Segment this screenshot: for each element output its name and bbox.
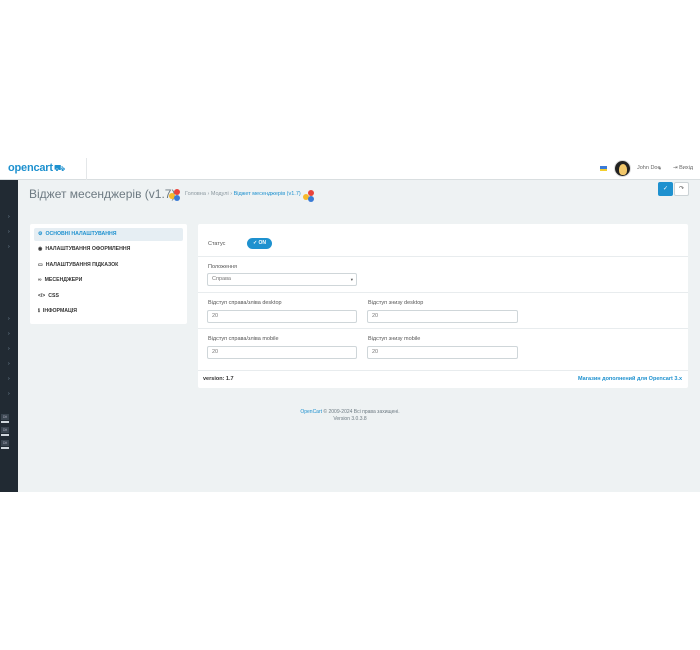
logout-button[interactable]: ⇥ Вихід bbox=[673, 165, 693, 171]
offset-mobile-bottom-label: Відступ знизу mobile bbox=[368, 336, 421, 342]
back-button[interactable]: ↷ bbox=[674, 182, 689, 196]
chevron-right-icon[interactable]: › bbox=[8, 346, 10, 352]
logo-text: opencart bbox=[8, 162, 53, 174]
stat-bar bbox=[1, 434, 9, 436]
menu-item-css[interactable]: </> CSS bbox=[34, 290, 183, 303]
header-divider bbox=[86, 158, 87, 180]
user-name[interactable]: John Doe bbox=[637, 165, 661, 171]
breadcrumb-modules[interactable]: Модулі bbox=[211, 191, 229, 197]
offset-mobile-side-input[interactable]: 20 bbox=[207, 346, 357, 359]
module-logo-icon bbox=[303, 190, 315, 202]
chevron-right-icon[interactable]: › bbox=[8, 391, 10, 397]
offset-desktop-side-input[interactable]: 20 bbox=[207, 310, 357, 323]
position-select[interactable]: Справа ▾ bbox=[207, 273, 357, 286]
offset-desktop-bottom-label: Відступ знизу desktop bbox=[368, 300, 424, 306]
breadcrumb: Головна › Модулі › Віджет месенджерів (v… bbox=[185, 191, 301, 197]
chevron-right-icon[interactable]: › bbox=[8, 229, 10, 235]
breadcrumb-home[interactable]: Головна bbox=[185, 191, 206, 197]
offset-mobile-bottom-input[interactable]: 20 bbox=[367, 346, 518, 359]
sidebar: › › › › › › › › › Dit Dit Dit bbox=[0, 180, 18, 492]
comment-icon: ▭ bbox=[38, 262, 43, 268]
cart-icon: ⛟ bbox=[53, 163, 65, 173]
info-icon: ℹ bbox=[38, 308, 40, 314]
menu-item-main-settings[interactable]: ⚙ ОСНОВНІ НАЛАШТУВАННЯ bbox=[34, 228, 183, 241]
copyright-label: © 2009-2024 Всі права захищені. bbox=[323, 409, 400, 415]
form-footer: version: 1.7 Магазин дополнений для Open… bbox=[198, 370, 688, 388]
position-label: Положення bbox=[208, 264, 237, 270]
shop-link[interactable]: Магазин дополнений для Opencart 3.x bbox=[578, 376, 682, 382]
status-toggle[interactable]: ✓ ON bbox=[247, 238, 272, 249]
top-header: opencart⛟ John Doe ▼ ⇥ Вихід bbox=[0, 158, 700, 180]
menu-item-label: НАЛАШТУВАННЯ ОФОРМЛЕННЯ bbox=[45, 246, 131, 252]
stat-bar bbox=[1, 447, 9, 449]
user-avatar[interactable] bbox=[614, 160, 631, 177]
chevron-right-icon[interactable]: › bbox=[8, 376, 10, 382]
language-flag-icon[interactable] bbox=[600, 166, 607, 171]
eye-icon: ◉ bbox=[38, 246, 43, 252]
module-logo-icon bbox=[169, 189, 181, 201]
chevron-down-icon[interactable]: ▼ bbox=[658, 166, 662, 171]
menu-item-info[interactable]: ℹ ІНФОРМАЦІЯ bbox=[34, 305, 183, 318]
menu-item-appearance[interactable]: ◉ НАЛАШТУВАННЯ ОФОРМЛЕННЯ bbox=[34, 243, 183, 256]
breadcrumb-current[interactable]: Віджет месенджерів (v1.7) bbox=[234, 191, 301, 197]
save-button[interactable]: ✓ bbox=[658, 182, 673, 196]
stat-chip: Dit bbox=[1, 427, 9, 433]
menu-item-label: МЕСЕНДЖЕРИ bbox=[44, 277, 83, 283]
copyright-text: OpenCart © 2009-2024 Всі права захищені. bbox=[0, 409, 700, 415]
menu-item-label: НАЛАШТУВАННЯ ПІДКАЗОК bbox=[45, 262, 119, 268]
status-label: Статус bbox=[208, 241, 226, 247]
logout-label: Вихід bbox=[679, 165, 694, 171]
menu-item-tooltips[interactable]: ▭ НАЛАШТУВАННЯ ПІДКАЗОК bbox=[34, 259, 183, 272]
offset-desktop-side-label: Відступ справа/зліва desktop bbox=[208, 300, 282, 306]
position-select-value: Справа bbox=[212, 276, 231, 282]
settings-menu: ⚙ ОСНОВНІ НАЛАШТУВАННЯ ◉ НАЛАШТУВАННЯ ОФОР… bbox=[30, 224, 187, 324]
chevron-right-icon[interactable]: › bbox=[8, 316, 10, 322]
menu-item-label: CSS bbox=[48, 293, 59, 299]
opencart-link[interactable]: OpenCart bbox=[300, 409, 322, 415]
chevron-right-icon[interactable]: › bbox=[8, 244, 10, 250]
divider bbox=[198, 292, 688, 293]
stat-chip: Dit bbox=[1, 440, 9, 446]
gear-icon: ⚙ bbox=[38, 231, 43, 237]
menu-item-label: ОСНОВНІ НАЛАШТУВАННЯ bbox=[45, 231, 117, 237]
app-window: opencart⛟ John Doe ▼ ⇥ Вихід › › › › › ›… bbox=[0, 158, 700, 492]
chevron-down-icon: ▾ bbox=[350, 277, 353, 282]
footer-version: Version 3.0.3.8 bbox=[333, 416, 367, 422]
code-icon: </> bbox=[38, 293, 46, 299]
opencart-logo[interactable]: opencart⛟ bbox=[8, 162, 65, 175]
settings-form: Статус ✓ ON Положення Справа ▾ Відступ с… bbox=[198, 224, 688, 388]
offset-mobile-side-label: Відступ справа/зліва mobile bbox=[208, 336, 279, 342]
offset-desktop-bottom-input[interactable]: 20 bbox=[367, 310, 518, 323]
link-icon: ∞ bbox=[38, 277, 42, 283]
divider bbox=[198, 328, 688, 329]
menu-item-messengers[interactable]: ∞ МЕСЕНДЖЕРИ bbox=[34, 274, 183, 287]
version-label: version: 1.7 bbox=[203, 376, 234, 382]
menu-item-label: ІНФОРМАЦІЯ bbox=[42, 308, 77, 314]
divider bbox=[198, 256, 688, 257]
chevron-right-icon[interactable]: › bbox=[8, 214, 10, 220]
breadcrumb-separator: › bbox=[207, 191, 210, 197]
breadcrumb-separator: › bbox=[230, 191, 233, 197]
chevron-right-icon[interactable]: › bbox=[8, 361, 10, 367]
chevron-right-icon[interactable]: › bbox=[8, 331, 10, 337]
page-title: Віджет месенджерів (v1.7) bbox=[29, 187, 176, 201]
